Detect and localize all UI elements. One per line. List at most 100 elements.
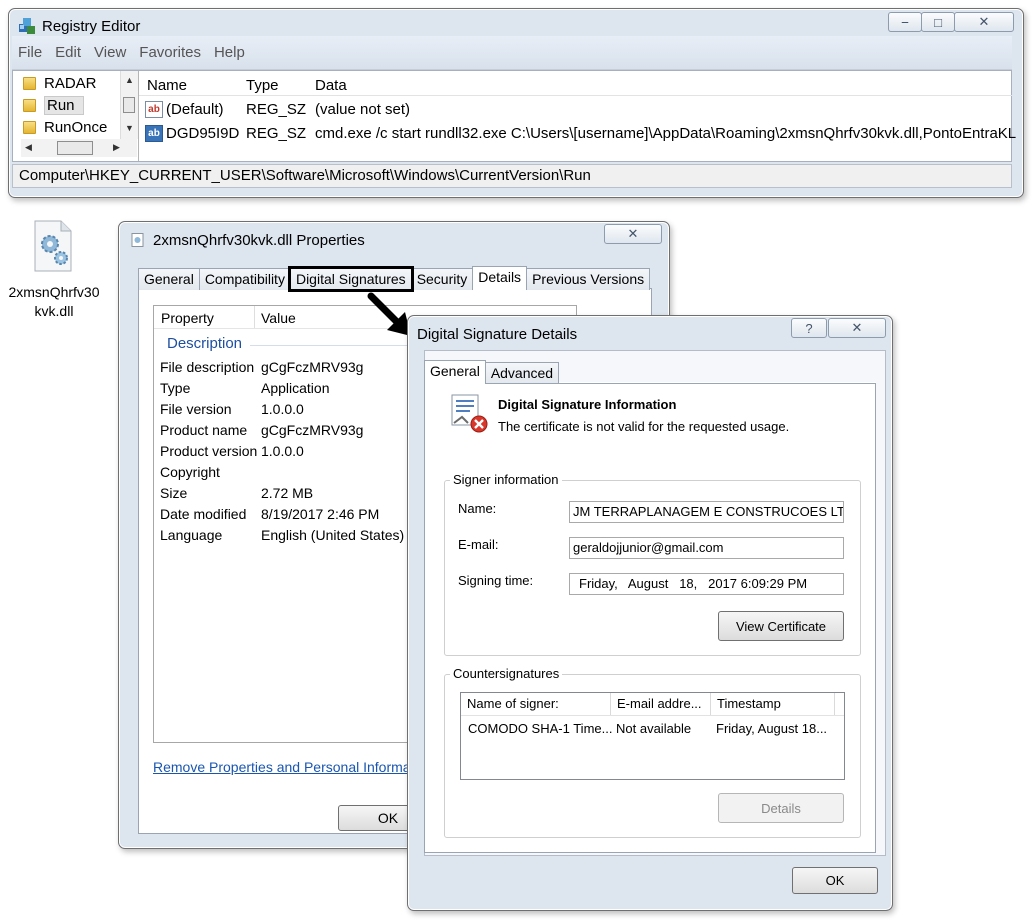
tab-general[interactable]: General xyxy=(424,360,486,384)
tree-item-label: RunOnce xyxy=(44,118,108,136)
cs-email: Not available xyxy=(616,721,692,736)
maximize-button[interactable]: □ xyxy=(921,12,955,32)
file-label-line: kvk.dll xyxy=(34,303,74,319)
value-type: REG_SZ xyxy=(246,101,307,118)
registry-statusbar: Computer\HKEY_CURRENT_USER\Software\Micr… xyxy=(12,164,1012,188)
cs-timestamp: Friday, August 18... xyxy=(716,721,828,736)
value-row[interactable]: ab DGD95I9D REG_SZ cmd.exe /c start rund… xyxy=(139,123,1016,145)
tab-digital-signatures[interactable]: Digital Signatures xyxy=(287,266,414,292)
property-row[interactable]: Type Application xyxy=(160,380,330,396)
scroll-up-icon[interactable]: ▲ xyxy=(125,75,134,85)
desktop-file-label[interactable]: 2xmsnQhrfv30 kvk.dll xyxy=(2,283,106,321)
property-name: Type xyxy=(160,380,191,396)
column-header-name[interactable]: Name xyxy=(147,77,187,94)
scroll-left-icon[interactable]: ◀ xyxy=(25,142,32,153)
string-value-icon: ab xyxy=(145,125,163,142)
close-button[interactable]: ✕ xyxy=(604,224,662,244)
string-value-icon: ab xyxy=(145,101,163,118)
property-value: 8/19/2017 2:46 PM xyxy=(261,506,380,522)
scroll-down-icon[interactable]: ▼ xyxy=(125,123,134,133)
tree-item-radar[interactable]: RADAR xyxy=(17,73,97,93)
scroll-right-icon[interactable]: ▶ xyxy=(113,142,120,153)
tab-advanced[interactable]: Advanced xyxy=(484,362,560,384)
help-button[interactable]: ? xyxy=(791,318,827,338)
value-data: cmd.exe /c start rundll32.exe C:\Users\[… xyxy=(315,125,1017,142)
value-name: (Default) xyxy=(166,101,224,118)
menu-help[interactable]: Help xyxy=(214,44,245,61)
property-row[interactable]: File version 1.0.0.0 xyxy=(160,401,304,417)
countersignatures-label: Countersignatures xyxy=(450,666,563,681)
countersignature-row[interactable]: COMODO SHA-1 Time... Not available Frida… xyxy=(461,717,844,739)
column-header-timestamp[interactable]: Timestamp xyxy=(711,693,835,715)
details-button[interactable]: Details xyxy=(718,793,844,823)
signer-email-field[interactable]: geraldojjunior@gmail.com xyxy=(569,537,844,559)
registry-body: RADAR Run RunOnce ▲ ▼ ◀ ▶ Name Type Data… xyxy=(12,70,1016,162)
dll-gear-icon[interactable] xyxy=(33,220,73,272)
scroll-thumb[interactable] xyxy=(123,97,135,113)
registry-menubar: File Edit View Favorites Help xyxy=(12,36,1012,70)
email-label: E-mail: xyxy=(458,537,499,552)
signer-name-field[interactable]: JM TERRAPLANAGEM E CONSTRUCOES LTDA:2 xyxy=(569,501,844,523)
tab-details[interactable]: Details xyxy=(472,266,528,290)
property-row[interactable]: Copyright xyxy=(160,464,220,480)
property-name: Date modified xyxy=(160,506,247,522)
tree-vertical-scrollbar[interactable]: ▲ ▼ xyxy=(120,71,138,139)
column-header-value[interactable]: Value xyxy=(261,310,296,326)
registry-editor-icon xyxy=(19,18,35,34)
registry-values-list: Name Type Data ab (Default) REG_SZ (valu… xyxy=(138,71,1016,161)
signer-information-label: Signer information xyxy=(450,472,562,487)
tab-security[interactable]: Security xyxy=(410,268,474,290)
property-row[interactable]: Size 2.72 MB xyxy=(160,485,313,501)
property-row[interactable]: File description gCgFczMRV93g xyxy=(160,359,363,375)
menu-edit[interactable]: Edit xyxy=(55,44,81,61)
tree-item-label: Run xyxy=(44,95,84,115)
value-row[interactable]: ab (Default) REG_SZ (value not set) xyxy=(139,99,1012,121)
property-value: 1.0.0.0 xyxy=(261,443,304,459)
property-row[interactable]: Date modified 8/19/2017 2:46 PM xyxy=(160,506,379,522)
scroll-thumb-horizontal[interactable] xyxy=(57,141,93,155)
certificate-error-icon xyxy=(451,394,488,433)
menu-view[interactable]: View xyxy=(94,44,126,61)
close-button[interactable]: ✕ xyxy=(828,318,886,338)
property-value: gCgFczMRV93g xyxy=(261,359,364,375)
view-certificate-button[interactable]: View Certificate xyxy=(718,611,844,641)
property-row[interactable]: Language English (United States) xyxy=(160,527,404,543)
properties-title: 2xmsnQhrfv30kvk.dll Properties xyxy=(153,232,365,249)
folder-icon xyxy=(23,76,36,90)
signing-time-field[interactable]: Friday, August 18, 2017 6:09:29 PM xyxy=(569,573,844,595)
folder-icon xyxy=(23,98,36,112)
tree-item-run[interactable]: Run xyxy=(17,95,84,115)
name-label: Name: xyxy=(458,501,497,516)
tree-item-runonce[interactable]: RunOnce xyxy=(17,117,107,137)
minimize-button[interactable]: ⎯ xyxy=(888,12,922,32)
remove-properties-link[interactable]: Remove Properties and Personal Informati… xyxy=(153,759,425,775)
close-button[interactable]: ✕ xyxy=(954,12,1014,32)
column-header-data[interactable]: Data xyxy=(315,77,347,94)
signature-ok-button[interactable]: OK xyxy=(792,867,878,894)
tree-horizontal-scrollbar[interactable]: ◀ ▶ xyxy=(21,139,137,157)
tab-previous-versions[interactable]: Previous Versions xyxy=(526,268,651,290)
registry-tree: RADAR Run RunOnce ▲ ▼ ◀ ▶ xyxy=(17,71,138,161)
property-row[interactable]: Product version 1.0.0.0 xyxy=(160,443,304,459)
signature-info-heading: Digital Signature Information xyxy=(498,397,677,412)
property-name: Product version xyxy=(160,443,258,459)
value-data: (value not set) xyxy=(315,101,411,118)
tab-general[interactable]: General xyxy=(138,268,200,290)
column-header-signer[interactable]: Name of signer: xyxy=(461,693,611,715)
property-value: gCgFczMRV93g xyxy=(261,422,364,438)
menu-favorites[interactable]: Favorites xyxy=(139,44,201,61)
signature-tabs: General Advanced xyxy=(424,360,560,384)
property-name: Copyright xyxy=(160,464,220,480)
menu-file[interactable]: File xyxy=(18,44,42,61)
column-header-property[interactable]: Property xyxy=(161,310,214,326)
tab-compatibility[interactable]: Compatibility xyxy=(198,268,291,290)
countersignatures-table: Name of signer: E-mail addre... Timestam… xyxy=(460,692,845,780)
header-divider xyxy=(461,715,844,716)
column-header-type[interactable]: Type xyxy=(246,77,279,94)
column-header-email[interactable]: E-mail addre... xyxy=(611,693,711,715)
registry-editor-title: Registry Editor xyxy=(42,18,141,35)
value-type: REG_SZ xyxy=(246,125,307,142)
folder-icon xyxy=(23,120,36,134)
cs-signer: COMODO SHA-1 Time... xyxy=(468,721,613,736)
property-row[interactable]: Product name gCgFczMRV93g xyxy=(160,422,363,438)
